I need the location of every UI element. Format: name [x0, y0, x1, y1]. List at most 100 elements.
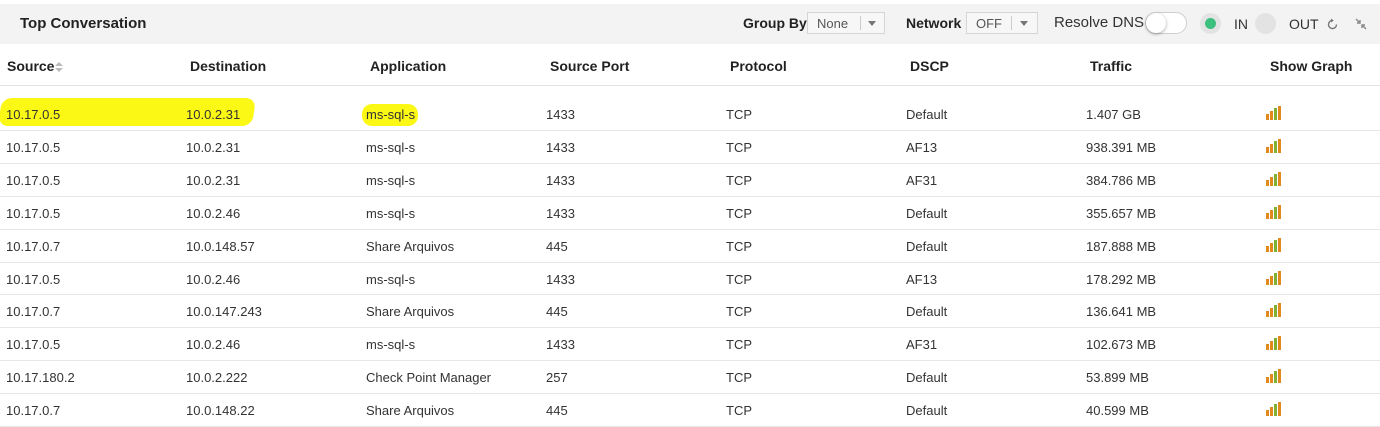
table-row[interactable]: 10.17.0.5 10.0.2.46 ms-sql-s 1433 TCP Default… — [0, 197, 1380, 230]
cell-source-port: 1433 — [546, 337, 575, 352]
bar-chart-icon[interactable] — [1266, 204, 1281, 219]
table-row[interactable]: 10.17.0.7 10.0.147.243 Share Arquivos 445 TC… — [0, 295, 1380, 328]
bar-chart-icon[interactable] — [1266, 105, 1281, 120]
cell-traffic: 187.888 MB — [1086, 239, 1157, 254]
cell-destination: 10.0.147.243 — [186, 304, 262, 319]
bar-chart-icon[interactable] — [1266, 302, 1281, 317]
cell-dscp: AF31 — [906, 173, 938, 188]
cell-traffic: 40.599 MB — [1086, 403, 1149, 418]
network-value: OFF — [976, 16, 1002, 31]
cell-source: 10.17.180.2 — [6, 370, 75, 385]
table-row[interactable]: 10.17.0.5 10.0.2.31 ms-sql-s 1433 TCP Default… — [0, 86, 1380, 131]
cell-source: 10.17.0.5 — [6, 173, 61, 188]
bar-chart-icon[interactable] — [1266, 368, 1281, 383]
cell-source: 10.17.0.5 — [6, 140, 61, 155]
cell-source-port: 1433 — [546, 272, 575, 287]
table-row[interactable]: 10.17.180.2 10.0.2.222 Check Point Manager… — [0, 361, 1380, 394]
cell-application: Share Arquivos — [366, 403, 455, 418]
bar-chart-icon[interactable] — [1266, 138, 1281, 153]
column-header-traffic[interactable]: Traffic — [1090, 58, 1132, 74]
direction-out-radio[interactable] — [1255, 13, 1276, 34]
cell-traffic: 102.673 MB — [1086, 337, 1157, 352]
column-header-source-port[interactable]: Source Port — [550, 58, 629, 74]
refresh-icon[interactable] — [1326, 18, 1339, 31]
cell-source: 10.17.0.5 — [6, 206, 61, 221]
sort-icon[interactable] — [55, 62, 63, 72]
cell-dscp: Default — [906, 403, 948, 418]
direction-in-radio[interactable] — [1200, 13, 1221, 34]
direction-in-label: IN — [1234, 16, 1248, 32]
table-header: Source Destination Application Source Po… — [0, 44, 1380, 86]
cell-dscp: Default — [906, 107, 948, 122]
cell-traffic: 384.786 MB — [1086, 173, 1157, 188]
cell-protocol: TCP — [726, 107, 752, 122]
table-row[interactable]: 10.17.0.5 10.0.2.46 ms-sql-s 1433 TCP AF31 102… — [0, 328, 1380, 361]
cell-dscp: Default — [906, 239, 948, 254]
cell-application: Share Arquivos — [366, 304, 455, 319]
cell-source: 10.17.0.7 — [6, 403, 61, 418]
group-by-value: None — [817, 16, 849, 31]
table-row[interactable]: 10.17.0.5 10.0.2.46 ms-sql-s 1433 TCP AF13 178… — [0, 263, 1380, 295]
radio-selected-dot — [1205, 18, 1216, 29]
cell-traffic: 1.407 GB — [1086, 107, 1141, 122]
cell-source: 10.17.0.5 — [6, 107, 61, 122]
cell-dscp: Default — [906, 206, 948, 221]
table-row[interactable]: 10.17.0.5 10.0.2.31 ms-sql-s 1433 TCP AF13 938… — [0, 131, 1380, 164]
cell-dscp: AF31 — [906, 337, 938, 352]
cell-source-port: 257 — [546, 370, 568, 385]
table-row[interactable]: 10.17.0.7 10.0.148.22 Share Arquivos 445 TCP… — [0, 394, 1380, 427]
chevron-down-icon — [868, 21, 876, 26]
toggle-knob — [1146, 13, 1166, 33]
bar-chart-icon[interactable] — [1266, 335, 1281, 350]
network-label: Network — [906, 15, 962, 31]
cell-protocol: TCP — [726, 304, 752, 319]
panel-title: Top Conversation — [20, 15, 147, 32]
column-header-dscp[interactable]: DSCP — [910, 58, 949, 74]
cell-protocol: TCP — [726, 140, 752, 155]
cell-application: ms-sql-s — [366, 173, 416, 188]
cell-source-port: 1433 — [546, 206, 575, 221]
cell-source-port: 1433 — [546, 140, 575, 155]
cell-application: ms-sql-s — [366, 337, 416, 352]
cell-destination: 10.0.2.31 — [186, 173, 241, 188]
cell-dscp: AF13 — [906, 140, 938, 155]
cell-application: Check Point Manager — [366, 370, 492, 385]
bar-chart-icon[interactable] — [1266, 401, 1281, 416]
table-row[interactable]: 10.17.0.5 10.0.2.31 ms-sql-s 1433 TCP AF31 384… — [0, 164, 1380, 197]
column-header-show-graph: Show Graph — [1270, 58, 1353, 74]
bar-chart-icon[interactable] — [1266, 270, 1281, 285]
cell-source: 10.17.0.5 — [6, 272, 61, 287]
column-header-application[interactable]: Application — [370, 58, 446, 74]
bar-chart-icon[interactable] — [1266, 237, 1281, 252]
cell-protocol: TCP — [726, 337, 752, 352]
resolve-dns-toggle[interactable] — [1145, 12, 1187, 34]
table-row[interactable]: 10.17.0.7 10.0.148.57 Share Arquivos 445 TCP… — [0, 230, 1380, 263]
cell-source-port: 1433 — [546, 173, 575, 188]
bar-chart-icon[interactable] — [1266, 171, 1281, 186]
cell-destination: 10.0.2.222 — [186, 370, 248, 385]
cell-protocol: TCP — [726, 173, 752, 188]
column-header-destination[interactable]: Destination — [190, 58, 266, 74]
resolve-dns-label: Resolve DNS — [1054, 14, 1145, 31]
cell-source-port: 445 — [546, 239, 568, 254]
cell-source-port: 445 — [546, 304, 568, 319]
cell-protocol: TCP — [726, 403, 752, 418]
collapse-icon[interactable] — [1355, 18, 1367, 30]
column-header-source[interactable]: Source — [7, 58, 54, 74]
cell-application: Share Arquivos — [366, 239, 455, 254]
network-dropdown[interactable]: OFF — [966, 12, 1038, 34]
group-by-label: Group By — [743, 15, 807, 31]
cell-protocol: TCP — [726, 272, 752, 287]
cell-traffic: 53.899 MB — [1086, 370, 1149, 385]
cell-traffic: 938.391 MB — [1086, 140, 1157, 155]
cell-source: 10.17.0.5 — [6, 337, 61, 352]
group-by-dropdown[interactable]: None — [807, 12, 885, 34]
cell-traffic: 136.641 MB — [1086, 304, 1157, 319]
cell-destination: 10.0.2.31 — [186, 107, 241, 122]
cell-traffic: 178.292 MB — [1086, 272, 1157, 287]
cell-application: ms-sql-s — [366, 107, 416, 122]
column-header-protocol[interactable]: Protocol — [730, 58, 787, 74]
cell-application: ms-sql-s — [366, 272, 416, 287]
panel-toolbar: Top Conversation Group By None Network O… — [0, 4, 1380, 44]
cell-source-port: 1433 — [546, 107, 575, 122]
